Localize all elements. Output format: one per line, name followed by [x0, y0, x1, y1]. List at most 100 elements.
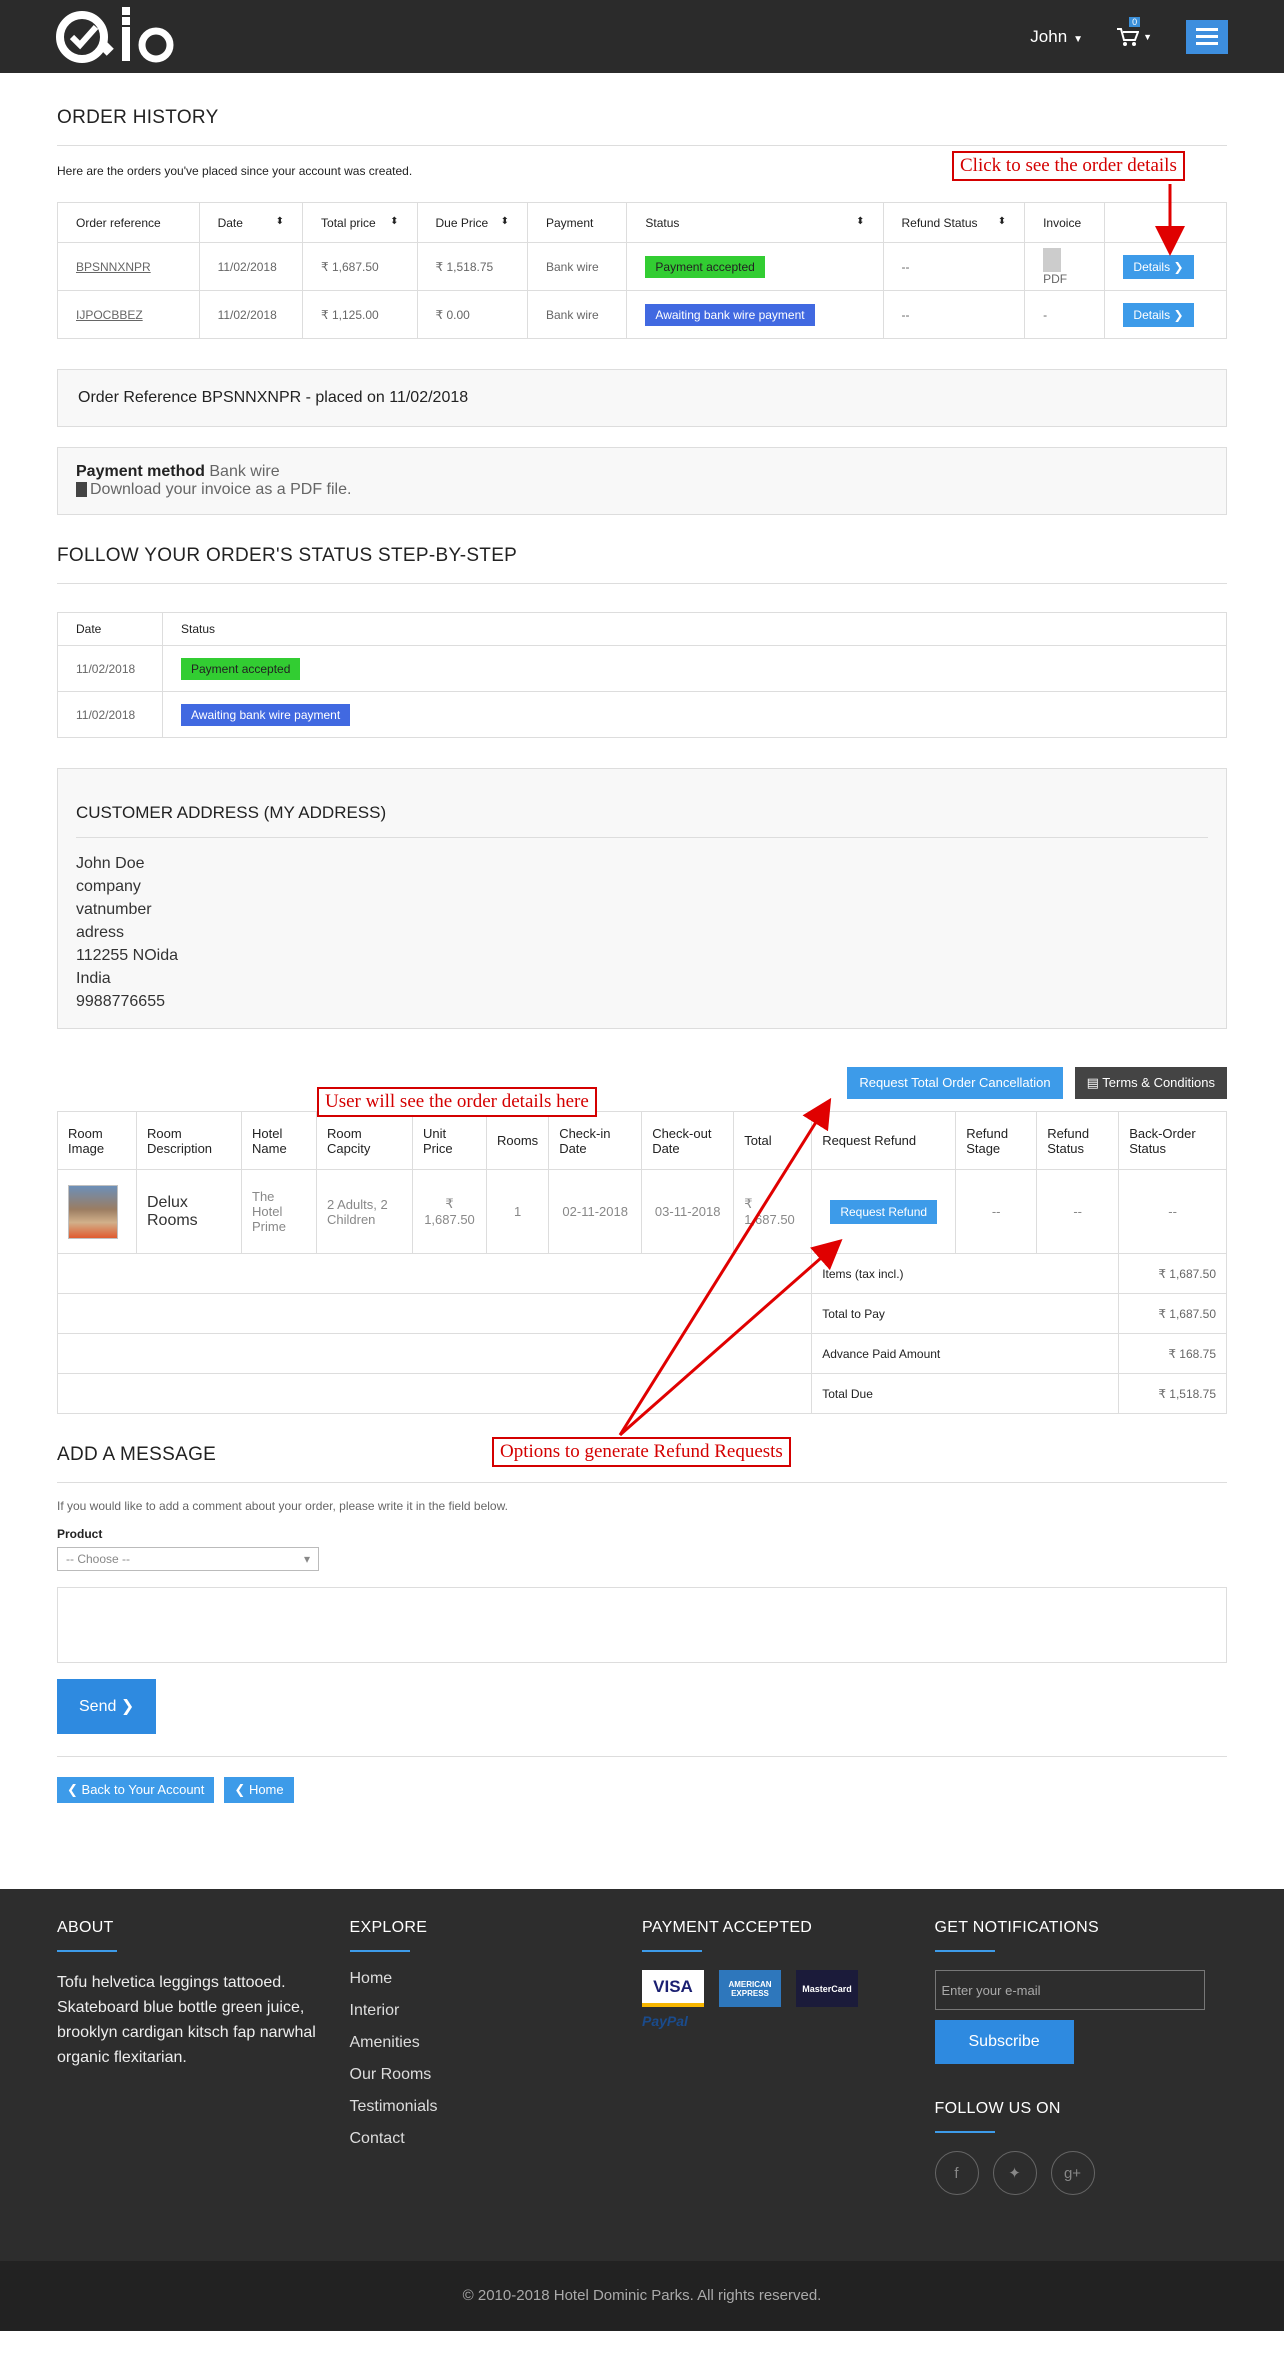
cart-button[interactable]: 0 ▼ [1117, 16, 1152, 47]
bottom-navigation: ❮ Back to Your Account ❮ Home [57, 1756, 1227, 1803]
caret-down-icon: ▼ [1073, 33, 1084, 45]
home-button[interactable]: ❮ Home [224, 1777, 294, 1803]
product-label: Product [57, 1527, 103, 1541]
summary-row: Items (tax incl.) ₹ 1,687.50 [56, 1253, 1227, 1294]
email-input[interactable]: Enter your e-mail [934, 1970, 1205, 2010]
page-title: ORDER HISTORY [57, 73, 1227, 146]
footer-about: ABOUT Tofu helvetica leggings tattooed. … [57, 1919, 316, 2066]
message-intro: If you would like to add a comment about… [57, 1499, 508, 1513]
cart-count-badge: 0 [1129, 16, 1141, 27]
col-due-price[interactable]: Due Price ⬍ [416, 202, 528, 243]
chevron-right-icon: ❯ [120, 1698, 135, 1715]
table-row: 11/02/2018 Awaiting bank wire payment [57, 691, 1227, 738]
site-logo[interactable] [56, 6, 182, 67]
status-section-title: FOLLOW YOUR ORDER'S STATUS STEP-BY-STEP [57, 545, 1227, 584]
hamburger-menu-button[interactable] [1186, 19, 1228, 54]
status-badge: Awaiting bank wire payment [181, 703, 351, 726]
send-button[interactable]: Send ❯ [57, 1679, 157, 1734]
status-badge: Payment accepted [645, 255, 765, 278]
hamburger-icon [1196, 28, 1218, 31]
footer-explore: EXPLORE Home Interior Amenities Our Room… [349, 1919, 643, 2195]
chevron-left-icon: ❮ [234, 1782, 246, 1797]
mastercard-card-icon: MasterCard [796, 1970, 858, 2007]
caret-down-icon: ▼ [1143, 31, 1152, 42]
terms-button[interactable]: ▤ Terms & Conditions [1074, 1067, 1227, 1099]
paypal-icon: PayPal [642, 2013, 688, 2029]
sort-icon: ⬍ [856, 215, 865, 227]
status-badge: Awaiting bank wire payment [645, 303, 815, 326]
sort-icon: ⬍ [500, 215, 509, 227]
footer-notifications: GET NOTIFICATIONS Enter your e-mail Subs… [934, 1919, 1228, 2195]
annotation-refund: Options to generate Refund Requests [492, 1437, 791, 1467]
main-content: ORDER HISTORY Here are the orders you've… [56, 73, 1227, 1803]
product-select[interactable]: -- Choose -- ▾ [57, 1547, 319, 1571]
footer-link-contact[interactable]: Contact [350, 2130, 643, 2148]
qlo-logo-icon [56, 6, 174, 63]
subscribe-button[interactable]: Subscribe [934, 2020, 1074, 2064]
annotation-details: Click to see the order details [952, 151, 1185, 181]
invoice-pdf-link[interactable]: PDF [1024, 242, 1106, 291]
cart-icon [1117, 27, 1140, 46]
payment-method-box: Payment method Bank wire Download your i… [57, 447, 1227, 515]
rooms-table: Room Image Room Description Hotel Name R… [56, 1111, 1227, 1414]
download-invoice-link[interactable]: Download your invoice as a PDF file. [76, 481, 1208, 499]
pdf-file-icon [1043, 247, 1062, 272]
summary-row: Advance Paid Amount ₹ 168.75 [56, 1333, 1227, 1374]
table-row: 11/02/2018 Payment accepted [57, 645, 1227, 692]
sort-icon: ⬍ [275, 215, 285, 227]
footer-link-testimonials[interactable]: Testimonials [350, 2098, 643, 2116]
summary-row: Total to Pay ₹ 1,687.50 [56, 1293, 1227, 1334]
sort-icon: ⬍ [997, 215, 1007, 227]
status-history-table: Date Status 11/02/2018 Payment accepted … [57, 612, 1227, 738]
col-date[interactable]: Date ⬍ [198, 202, 304, 243]
footer-link-amenities[interactable]: Amenities [350, 2034, 643, 2052]
footer-link-interior[interactable]: Interior [350, 2002, 643, 2020]
col-actions [1104, 202, 1227, 243]
order-ref-link[interactable]: IJPOCBBEZ [76, 308, 143, 322]
chevron-right-icon: ❯ [1173, 307, 1184, 322]
chevron-right-icon: ❯ [1173, 259, 1184, 274]
order-ref-link[interactable]: BPSNNXNPR [76, 260, 151, 274]
col-total-price[interactable]: Total price ⬍ [302, 202, 418, 243]
user-menu[interactable]: John ▼ [1030, 27, 1083, 47]
col-status[interactable]: Status ⬍ [626, 202, 884, 243]
footer-link-our-rooms[interactable]: Our Rooms [350, 2066, 643, 2084]
status-badge: Payment accepted [181, 657, 301, 680]
table-row: BPSNNXNPR 11/02/2018 ₹ 1,687.50 ₹ 1,518.… [57, 242, 1227, 291]
footer: ABOUT Tofu helvetica leggings tattooed. … [0, 1889, 1284, 2261]
request-refund-button[interactable]: Request Refund [830, 1199, 938, 1224]
visa-card-icon: VISA [642, 1970, 704, 2007]
top-navbar: John ▼ 0 ▼ [0, 0, 1284, 73]
customer-address-box: CUSTOMER ADDRESS (MY ADDRESS) John Doe c… [57, 768, 1227, 1029]
table-row: Delux Rooms The Hotel Prime 2 Adults, 2 … [57, 1169, 1227, 1254]
col-refund-status[interactable]: Refund Status ⬍ [882, 202, 1026, 243]
file-icon: ▤ [1086, 1075, 1099, 1090]
order-reference-box: Order Reference BPSNNXNPR - placed on 11… [57, 369, 1227, 427]
twitter-icon[interactable]: ✦ [992, 2151, 1037, 2195]
request-cancellation-button[interactable]: Request Total Order Cancellation [847, 1067, 1063, 1099]
details-button[interactable]: Details ❯ [1123, 302, 1194, 327]
file-icon [76, 482, 87, 498]
back-to-account-button[interactable]: ❮ Back to Your Account [57, 1777, 215, 1803]
col-payment[interactable]: Payment [526, 202, 628, 243]
col-order-reference[interactable]: Order reference [57, 202, 200, 243]
chevron-left-icon: ❮ [67, 1782, 78, 1797]
room-image [68, 1184, 118, 1239]
copyright: © 2010-2018 Hotel Dominic Parks. All rig… [0, 2261, 1284, 2331]
table-row: IJPOCBBEZ 11/02/2018 ₹ 1,125.00 ₹ 0.00 B… [57, 290, 1227, 339]
col-invoice: Invoice [1024, 202, 1106, 243]
summary-row: Total Due ₹ 1,518.75 [56, 1373, 1227, 1414]
details-button[interactable]: Details ❯ [1123, 254, 1194, 279]
address-title: CUSTOMER ADDRESS (MY ADDRESS) [76, 803, 1208, 838]
room-actions: Request Total Order Cancellation ▤ Terms… [57, 1067, 1227, 1099]
sort-icon: ⬍ [390, 215, 399, 227]
orders-table: Order reference Date ⬍ Total price ⬍ Due P… [57, 202, 1227, 339]
google-plus-icon[interactable]: g+ [1050, 2151, 1095, 2195]
footer-payment: PAYMENT ACCEPTED VISA AMERICAN EXPRESS M… [642, 1919, 935, 2195]
caret-down-icon: ▾ [303, 1552, 310, 1566]
footer-link-home[interactable]: Home [350, 1970, 643, 1988]
message-textarea[interactable] [57, 1587, 1227, 1663]
facebook-icon[interactable]: f [934, 2151, 979, 2195]
amex-card-icon: AMERICAN EXPRESS [719, 1970, 781, 2007]
address-lines: John Doe company vatnumber adress 112255… [76, 855, 178, 1010]
